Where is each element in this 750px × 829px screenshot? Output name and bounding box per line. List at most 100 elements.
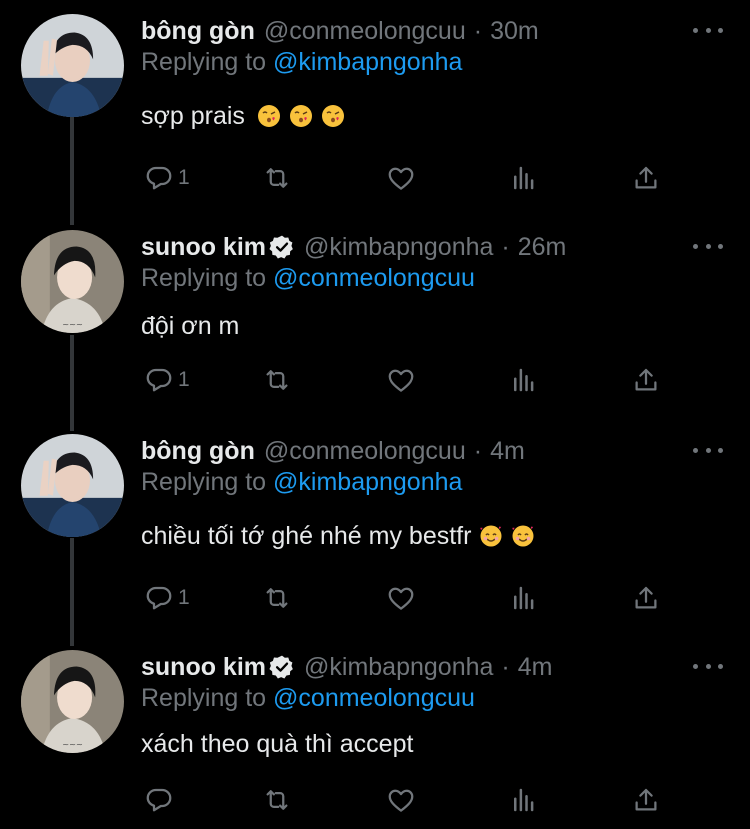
like-icon bbox=[388, 587, 414, 610]
tweet-text-content: xách theo quà thì accept bbox=[141, 729, 414, 758]
action-bar: 1 bbox=[0, 160, 750, 196]
views-icon bbox=[514, 586, 534, 610]
retweet-button[interactable] bbox=[262, 160, 292, 196]
more-options-icon[interactable] bbox=[693, 442, 723, 458]
views-button[interactable] bbox=[509, 782, 539, 818]
share-icon bbox=[635, 586, 657, 609]
reply-button[interactable]: 1 bbox=[144, 580, 190, 616]
reply-button[interactable]: 1 bbox=[144, 160, 190, 196]
share-icon bbox=[635, 166, 657, 189]
tweet-text: xách theo quà thì accept bbox=[141, 728, 413, 760]
replying-to-label: Replying to bbox=[141, 468, 267, 496]
more-options-icon[interactable] bbox=[693, 238, 723, 254]
avatar[interactable]: ~~~ bbox=[21, 230, 124, 333]
replying-to-label: Replying to bbox=[141, 48, 267, 76]
share-button[interactable] bbox=[631, 580, 661, 616]
separator-dot: · bbox=[501, 232, 510, 261]
tweet-text-content: đội ơn m bbox=[141, 311, 240, 340]
display-name[interactable]: sunoo kim bbox=[141, 233, 266, 262]
kissing-face-heart-icon bbox=[289, 105, 312, 127]
display-name[interactable]: sunoo kim bbox=[141, 653, 266, 682]
share-button[interactable] bbox=[631, 160, 661, 196]
mention-link[interactable]: @kimbapngonha bbox=[273, 48, 462, 76]
display-name[interactable]: bông gòn bbox=[141, 17, 255, 46]
retweet-icon bbox=[266, 790, 288, 810]
like-button[interactable] bbox=[386, 580, 416, 616]
like-icon bbox=[388, 369, 414, 392]
smiling-face-hearts-icon bbox=[480, 525, 502, 547]
tweet-header: bông gòn @conmeolongcuu · 30m bbox=[141, 14, 539, 48]
tweet[interactable]: ~~~ sunoo kim @kimbapngonha · 4m Replyin… bbox=[0, 650, 750, 829]
tweet[interactable]: bông gòn @conmeolongcuu · 30m Replying t… bbox=[0, 14, 750, 214]
separator-dot: · bbox=[473, 436, 483, 465]
handle[interactable]: @kimbapngonha bbox=[304, 653, 493, 682]
reply-count: 1 bbox=[178, 368, 190, 391]
mention-link[interactable]: @kimbapngonha bbox=[273, 468, 462, 496]
views-icon bbox=[514, 788, 534, 812]
reply-icon bbox=[146, 586, 172, 610]
views-icon bbox=[514, 166, 534, 190]
timestamp[interactable]: 26m bbox=[518, 233, 567, 262]
retweet-button[interactable] bbox=[262, 580, 292, 616]
tweet-header: sunoo kim @kimbapngonha · 26m bbox=[141, 230, 566, 264]
timestamp[interactable]: 4m bbox=[518, 653, 553, 682]
avatar[interactable]: ~~~ bbox=[21, 650, 124, 753]
display-name[interactable]: bông gòn bbox=[141, 437, 255, 466]
retweet-icon bbox=[266, 370, 288, 390]
avatar[interactable] bbox=[21, 434, 124, 537]
mention-link[interactable]: @conmeolongcuu bbox=[273, 264, 475, 292]
views-icon bbox=[514, 368, 534, 392]
verified-badge-icon bbox=[269, 235, 293, 259]
timestamp[interactable]: 30m bbox=[490, 17, 539, 46]
retweet-button[interactable] bbox=[262, 362, 292, 398]
retweet-icon bbox=[266, 588, 288, 608]
tweet[interactable]: ~~~ sunoo kim @kimbapngonha · 26m Replyi… bbox=[0, 230, 750, 420]
retweet-icon bbox=[266, 168, 288, 188]
avatar-image bbox=[21, 14, 124, 117]
tweet-text-content: chiều tối tớ ghé nhé my bestfr bbox=[141, 521, 472, 550]
retweet-button[interactable] bbox=[262, 782, 292, 818]
tweet-header: bông gòn @conmeolongcuu · 4m bbox=[141, 434, 525, 468]
share-button[interactable] bbox=[631, 782, 661, 818]
replying-to-label: Replying to bbox=[141, 264, 267, 292]
action-bar: 1 bbox=[0, 362, 750, 398]
tweet-text: đội ơn m bbox=[141, 310, 239, 342]
reply-button[interactable] bbox=[144, 782, 178, 818]
handle[interactable]: @kimbapngonha bbox=[304, 233, 493, 262]
timestamp[interactable]: 4m bbox=[490, 437, 525, 466]
smiling-face-hearts-icon bbox=[512, 525, 534, 547]
views-button[interactable] bbox=[509, 362, 539, 398]
reply-icon bbox=[146, 788, 172, 812]
replying-to: Replying to @kimbapngonha bbox=[141, 468, 462, 497]
tweet[interactable]: bông gòn @conmeolongcuu · 4m Replying to… bbox=[0, 434, 750, 634]
replying-to: Replying to @conmeolongcuu bbox=[141, 684, 475, 713]
verified-badge-icon bbox=[269, 655, 293, 679]
kissing-face-heart-icon bbox=[321, 105, 344, 127]
tweet-header: sunoo kim @kimbapngonha · 4m bbox=[141, 650, 552, 684]
tweet-text: chiều tối tớ ghé nhé my bestfr bbox=[141, 520, 535, 552]
reply-button[interactable]: 1 bbox=[144, 362, 190, 398]
share-button[interactable] bbox=[631, 362, 661, 398]
handle[interactable]: @conmeolongcuu bbox=[264, 437, 466, 466]
kissing-face-heart-icon bbox=[257, 105, 280, 127]
tweet-text: sợp prais bbox=[141, 100, 345, 132]
more-options-icon[interactable] bbox=[693, 22, 723, 38]
avatar[interactable] bbox=[21, 14, 124, 117]
like-button[interactable] bbox=[386, 362, 416, 398]
like-button[interactable] bbox=[386, 160, 416, 196]
more-options-icon[interactable] bbox=[693, 658, 723, 674]
share-icon bbox=[635, 368, 657, 391]
handle[interactable]: @conmeolongcuu bbox=[264, 17, 466, 46]
reply-count: 1 bbox=[178, 586, 190, 609]
like-icon bbox=[388, 789, 414, 812]
mention-link[interactable]: @conmeolongcuu bbox=[273, 684, 475, 712]
like-button[interactable] bbox=[386, 782, 416, 818]
share-icon bbox=[635, 788, 657, 811]
avatar-image bbox=[21, 434, 124, 537]
views-button[interactable] bbox=[509, 160, 539, 196]
views-button[interactable] bbox=[509, 580, 539, 616]
action-bar: 1 bbox=[0, 580, 750, 616]
avatar-image: ~~~ bbox=[21, 650, 124, 753]
separator-dot: · bbox=[473, 16, 483, 45]
like-icon bbox=[388, 167, 414, 190]
